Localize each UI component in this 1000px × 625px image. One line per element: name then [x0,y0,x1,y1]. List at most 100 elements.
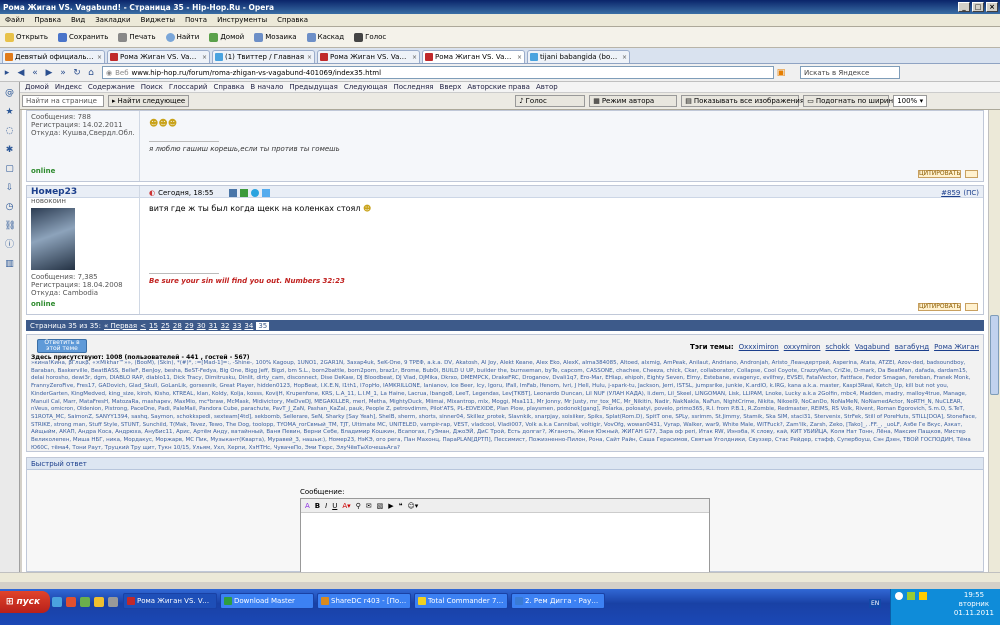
menu-widgets[interactable]: Виджеты [136,16,180,24]
home-button[interactable]: Домой [204,32,249,42]
quicklaunch-folder-icon[interactable] [94,597,104,607]
menu-bookmarks[interactable]: Закладки [90,16,135,24]
voice-dropdown[interactable]: ♪ Голос [515,95,586,107]
nav-link[interactable]: Следующая [341,83,391,91]
page-link[interactable]: 34 [244,322,253,330]
tab-close-icon[interactable]: × [517,54,522,61]
sidebar-toggle-icon[interactable]: ▸ [0,68,14,78]
open-button[interactable]: Открыть [0,32,53,42]
maximize-button[interactable]: □ [972,2,984,12]
menu-view[interactable]: Вид [66,16,90,24]
format-icon[interactable]: A [305,502,310,510]
nav-link[interactable]: В начало [247,83,286,91]
window-titlebar[interactable]: Рома Жиган VS. Vagabund! - Страница 35 -… [0,0,1000,14]
multiquote-button[interactable] [965,170,978,178]
nav-link[interactable]: Последняя [391,83,437,91]
tab-3[interactable]: (1) Твиттер / Главная × [212,49,315,63]
tab-close-icon[interactable]: × [412,54,417,61]
multiquote-button[interactable] [965,303,978,311]
quote-icon[interactable]: ❝ [399,502,403,510]
previous-page-link[interactable]: < [140,322,146,330]
share-icon[interactable] [239,189,248,197]
tab-6[interactable]: tijani babangida (bobongi...× [527,49,630,63]
taskbar-button[interactable]: Total Commander 7.0... [414,593,508,609]
italic-icon[interactable]: I [325,502,327,510]
cascade-button[interactable]: Каскад [302,32,349,42]
start-button[interactable]: ⊞ пуск [0,591,50,613]
nav-link[interactable]: Автор [533,83,561,91]
rss-icon[interactable]: ▣ [774,68,788,78]
vk-icon[interactable] [228,189,237,197]
page-link[interactable]: 32 [221,322,230,330]
online-users-list[interactable]: »кина!Кина, βΓлuκβ, «×Mikhar™»», (BooM),… [31,360,981,451]
chat-icon[interactable]: ◌ [5,126,15,136]
menu-edit[interactable]: Правка [29,16,66,24]
tray-app-icon[interactable] [895,592,903,600]
menu-mail[interactable]: Почта [180,16,212,24]
tab-5[interactable]: Рома Жиган VS. Vagab...× [422,49,525,63]
quote-button[interactable]: ЦИТИРОВАТЬ [918,303,961,311]
volume-icon[interactable] [919,592,927,600]
font-color-icon[interactable]: A▾ [342,502,350,510]
info-icon[interactable]: ⓘ [5,240,15,250]
history-icon[interactable]: ◷ [5,202,15,212]
taskbar-button[interactable]: ShareDC r403 - [Пол... [317,593,411,609]
twitter-icon[interactable] [261,189,270,197]
page-link[interactable]: 33 [232,322,241,330]
fit-width-button[interactable]: ▭ Подогнать по ширине [803,95,897,107]
image-icon[interactable]: ▧ [377,502,384,510]
nav-link[interactable]: Вверх [437,83,465,91]
tray-network-icon[interactable] [907,592,915,600]
tag-link[interactable]: Vagabund [855,343,890,351]
nav-link[interactable]: Домой [22,83,52,91]
page-link[interactable]: 30 [197,322,206,330]
tab-close-icon[interactable]: × [97,54,102,61]
reply-button[interactable]: Ответить в этой теме [37,339,87,353]
show-images-button[interactable]: ▤ Показывать все изображения [681,95,804,107]
first-page-link[interactable]: « Первая [104,322,137,330]
post-username[interactable]: Номер23 [31,187,135,197]
settings-icon[interactable]: ✱ [5,145,15,155]
links-icon[interactable]: ⛓ [5,221,16,231]
url-input[interactable]: ◉ Веб www.hip-hop.ru/forum/roma-zhigan-v… [102,66,774,79]
tag-link[interactable]: Рома Жиган [934,343,979,351]
underline-icon[interactable]: U [332,502,337,510]
home-nav-icon[interactable]: ⌂ [84,68,98,78]
page-link[interactable]: 28 [173,322,182,330]
page-link[interactable]: 25 [161,322,170,330]
quote-button[interactable]: ЦИТИРОВАТЬ [918,170,961,178]
tab-close-icon[interactable]: × [307,54,312,61]
nav-link[interactable]: Индекс [52,83,85,91]
taskbar-button[interactable]: Download Master [220,593,314,609]
video-icon[interactable]: ▶ [388,502,393,510]
nav-link[interactable]: Содержание [85,83,138,91]
windows-icon[interactable]: ▥ [5,259,15,269]
reload-icon[interactable]: ↻ [70,68,84,78]
post-number-link[interactable]: #859 [941,189,960,197]
link-icon[interactable]: ⚲ [356,502,361,510]
pm-link[interactable]: (ПС) [963,189,979,197]
page-link[interactable]: 15 [149,322,158,330]
zoom-select[interactable]: 100% ▾ [893,95,928,107]
close-button[interactable]: × [986,2,998,12]
menu-tools[interactable]: Инструменты [212,16,272,24]
back-icon[interactable]: ◀ [14,68,28,78]
fast-forward-icon[interactable]: » [56,68,70,78]
tab-4[interactable]: Рома Жиган VS. Vagab...× [317,49,420,63]
bold-icon[interactable]: B [315,502,320,510]
author-mode-dropdown[interactable]: ▦ Режим автора [589,95,678,107]
skype-icon[interactable] [250,189,259,197]
voice-button[interactable]: Голос [349,32,391,42]
minimize-button[interactable]: _ [958,2,970,12]
mail-icon[interactable]: @ [5,88,15,98]
nav-link[interactable]: Поиск [138,83,166,91]
tag-link[interactable]: oxxymiron [784,343,821,351]
page-link[interactable]: 31 [209,322,218,330]
quicklaunch-app-icon[interactable] [80,597,90,607]
language-indicator[interactable]: EN [869,599,882,608]
message-editor[interactable]: A B I U A▾ ⚲ ✉ ▧ ▶ ❝ ☺▾ [300,498,710,572]
tab-2[interactable]: Рома Жиган VS. Vagab...× [107,49,210,63]
transfers-icon[interactable]: ⇩ [5,183,15,193]
print-button[interactable]: Печать [113,32,160,42]
email-link-icon[interactable]: ✉ [366,502,372,510]
